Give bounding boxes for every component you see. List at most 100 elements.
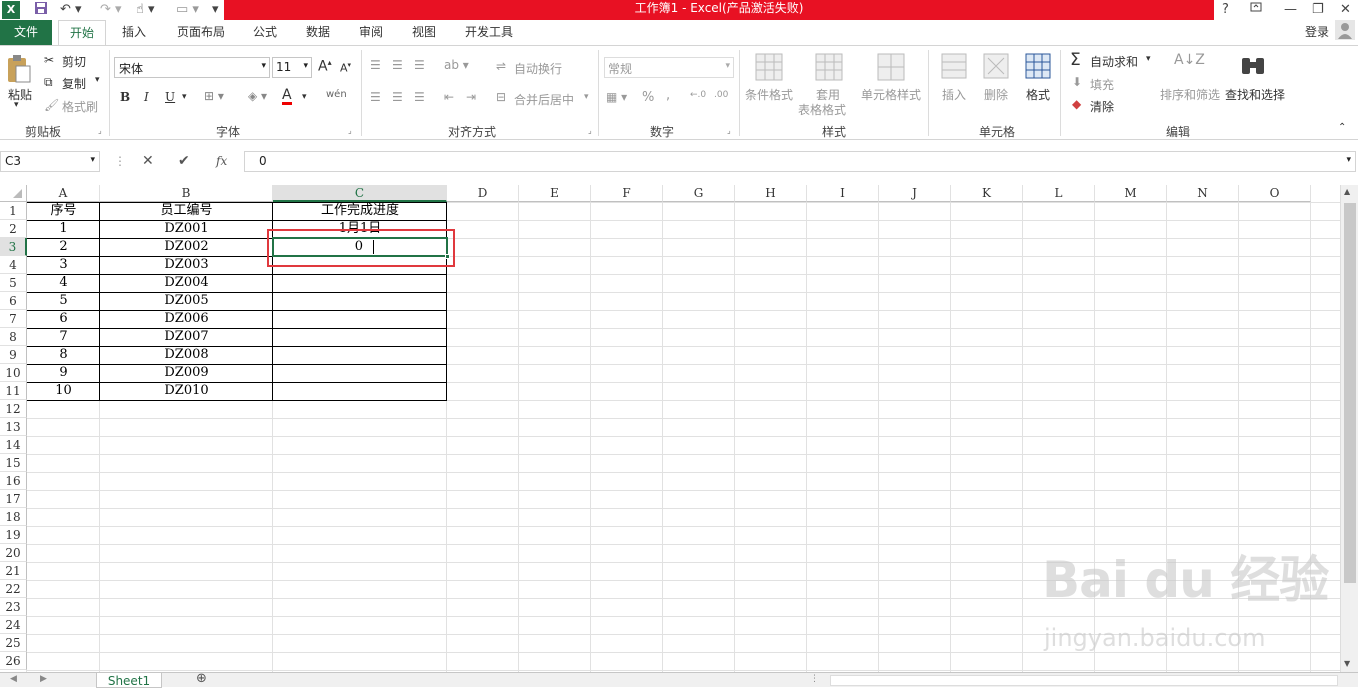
table-cell[interactable]: DZ007 [100, 328, 273, 346]
table-cell[interactable]: DZ005 [100, 292, 273, 310]
tab-file[interactable]: 文件 [0, 20, 52, 45]
paste-dropdown-icon[interactable]: ▾ [14, 100, 19, 110]
column-header-d[interactable]: D [447, 185, 519, 202]
number-launcher-icon[interactable]: ⌟ [727, 126, 731, 135]
column-header-m[interactable]: M [1095, 185, 1167, 202]
column-header-j[interactable]: J [879, 185, 951, 202]
font-name-dropdown[interactable]: 宋体 ▾ [114, 57, 270, 78]
tab-review[interactable]: 审阅 [350, 20, 392, 45]
tab-data[interactable]: 数据 [296, 20, 340, 45]
column-header-b[interactable]: B [100, 185, 273, 202]
row-header-24[interactable]: 24 [0, 616, 27, 634]
scroll-down-icon[interactable]: ▼ [1344, 659, 1350, 668]
find-select-button[interactable]: 查找和选择 [1225, 86, 1285, 103]
table-cell[interactable]: DZ008 [100, 346, 273, 364]
align-left-icon[interactable]: ☰ [370, 90, 381, 104]
touch-mode-icon[interactable]: ☝ ▾ [136, 1, 155, 19]
underline-dropdown-icon[interactable]: ▾ [182, 92, 187, 102]
table-header-cell[interactable]: 员工编号 [100, 202, 273, 220]
table-cell[interactable]: 10 [27, 382, 100, 400]
increase-decimal-icon[interactable]: ←.0 [690, 90, 706, 100]
clipboard-launcher-icon[interactable]: ⌟ [98, 126, 102, 135]
prev-sheet-icon[interactable]: ◀ [10, 674, 17, 684]
conditional-format-icon[interactable] [754, 52, 784, 85]
orientation-icon[interactable]: ab ▾ [444, 58, 469, 72]
cell-styles-button[interactable]: 单元格样式 [861, 86, 921, 103]
align-center-icon[interactable]: ☰ [392, 90, 403, 104]
row-header-18[interactable]: 18 [0, 508, 27, 526]
format-as-table-icon[interactable] [814, 52, 844, 85]
row-header-17[interactable]: 17 [0, 490, 27, 508]
row-header-10[interactable]: 10 [0, 364, 27, 382]
row-header-5[interactable]: 5 [0, 274, 27, 292]
cell-styles-icon[interactable] [876, 52, 906, 85]
close-icon[interactable]: ✕ [1340, 1, 1351, 19]
table-cell[interactable]: 3 [27, 256, 100, 274]
column-header-f[interactable]: F [591, 185, 663, 202]
table-cell[interactable]: 2 [27, 238, 100, 256]
row-header-22[interactable]: 22 [0, 580, 27, 598]
decrease-indent-icon[interactable]: ⇤ [444, 90, 454, 104]
ribbon-display-icon[interactable] [1250, 1, 1262, 19]
column-header-k[interactable]: K [951, 185, 1023, 202]
font-color-button[interactable]: A [282, 88, 292, 105]
autosum-icon[interactable]: Σ [1070, 50, 1081, 70]
row-header-4[interactable]: 4 [0, 256, 27, 274]
align-middle-icon[interactable]: ☰ [392, 58, 403, 72]
merge-center-icon[interactable]: ⊟ [496, 90, 506, 104]
wrap-text-icon[interactable]: ⇌ [496, 59, 506, 73]
next-sheet-icon[interactable]: ▶ [40, 674, 47, 684]
table-cell[interactable]: 7 [27, 328, 100, 346]
table-header-cell[interactable]: 工作完成进度 [273, 202, 447, 220]
align-right-icon[interactable]: ☰ [414, 90, 425, 104]
horizontal-scrollbar[interactable] [830, 675, 1338, 686]
delete-cells-icon[interactable] [982, 52, 1010, 83]
column-header-e[interactable]: E [519, 185, 591, 202]
minimize-icon[interactable]: — [1284, 1, 1297, 19]
column-header-l[interactable]: L [1023, 185, 1095, 202]
table-cell[interactable]: 9 [27, 364, 100, 382]
restore-icon[interactable]: ❐ [1312, 1, 1324, 19]
save-icon[interactable] [34, 1, 48, 19]
table-cell[interactable]: DZ006 [100, 310, 273, 328]
grow-font-icon[interactable]: A▴ [318, 58, 332, 75]
row-header-25[interactable]: 25 [0, 634, 27, 652]
phonetic-button[interactable]: wén [326, 89, 347, 100]
clear-icon[interactable]: ◆ [1072, 97, 1081, 111]
merge-center-button[interactable]: 合并后居中 [514, 91, 574, 108]
delete-cells-button[interactable]: 删除 [984, 86, 1008, 103]
column-header-i[interactable]: I [807, 185, 879, 202]
tab-developer[interactable]: 开发工具 [456, 20, 522, 45]
cut-button[interactable]: 剪切 [62, 53, 86, 70]
row-header-1[interactable]: 1 [0, 202, 27, 220]
number-format-dropdown[interactable]: 常规 ▾ [604, 57, 734, 78]
row-header-9[interactable]: 9 [0, 346, 27, 364]
tab-home[interactable]: 开始 [58, 20, 106, 46]
underline-button[interactable]: U [165, 90, 175, 104]
column-header-c[interactable]: C [273, 185, 447, 202]
format-as-table-line2[interactable]: 表格格式 [798, 101, 846, 118]
help-button[interactable]: ? [1222, 1, 1229, 19]
bold-button[interactable]: B [120, 90, 130, 104]
confirm-entry-icon[interactable]: ✔ [178, 153, 190, 169]
tab-insert[interactable]: 插入 [112, 20, 156, 45]
table-cell[interactable]: 4 [27, 274, 100, 292]
customize-toolbar-icon[interactable]: ▾ [212, 1, 219, 19]
paste-icon[interactable] [6, 54, 32, 87]
sort-filter-button[interactable]: 排序和筛选 [1160, 86, 1220, 103]
merge-dropdown-icon[interactable]: ▾ [584, 92, 589, 102]
sheet-tab-sheet1[interactable]: Sheet1 [96, 673, 162, 688]
align-bottom-icon[interactable]: ☰ [414, 58, 425, 72]
table-cell[interactable]: DZ010 [100, 382, 273, 400]
clear-button[interactable]: 清除 [1090, 98, 1114, 115]
italic-button[interactable]: I [144, 90, 149, 104]
shrink-font-icon[interactable]: A▾ [340, 61, 351, 75]
select-all-corner[interactable] [0, 185, 27, 202]
table-cell[interactable]: 6 [27, 310, 100, 328]
row-header-12[interactable]: 12 [0, 400, 27, 418]
row-header-13[interactable]: 13 [0, 418, 27, 436]
format-cells-button[interactable]: 格式 [1026, 86, 1050, 103]
row-header-2[interactable]: 2 [0, 220, 27, 238]
fill-button[interactable]: 填充 [1090, 76, 1114, 93]
tab-formulas[interactable]: 公式 [244, 20, 286, 45]
